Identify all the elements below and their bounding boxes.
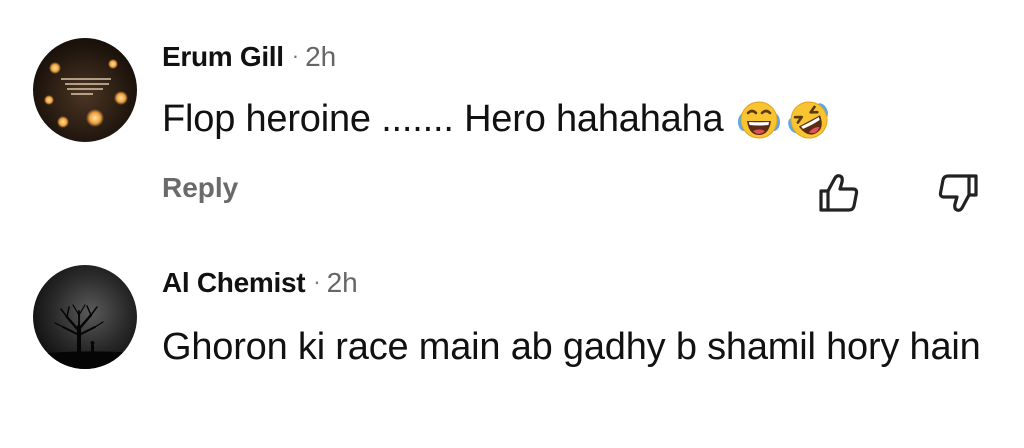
comment-text-block: Flop heroine ....... Hero hahahaha bbox=[162, 96, 831, 143]
comment-timestamp: 2h bbox=[326, 267, 358, 298]
comment-item: Erum Gill · 2h Flop heroine ....... Hero h… bbox=[0, 0, 1024, 240]
like-button[interactable] bbox=[817, 172, 861, 214]
author-name[interactable]: Al Chemist bbox=[162, 267, 306, 298]
avatar[interactable] bbox=[33, 265, 137, 369]
comment-text: Ghoron ki race main ab gadhy b shamil ho… bbox=[162, 326, 981, 368]
comment-item: Al Chemist · 2h Ghoron ki race main ab gad… bbox=[0, 240, 1024, 448]
comment-text: Flop heroine ....... Hero hahahaha bbox=[162, 98, 724, 140]
comment-meta: Erum Gill · 2h bbox=[162, 40, 336, 76]
dislike-button[interactable] bbox=[936, 172, 980, 214]
thumbs-down-icon bbox=[938, 174, 978, 212]
meta-separator: · bbox=[313, 269, 321, 294]
candles-photo-avatar bbox=[33, 38, 137, 142]
tree-silhouette-avatar bbox=[33, 265, 137, 369]
comment-meta: Al Chemist · 2h bbox=[162, 266, 358, 302]
avatar[interactable] bbox=[33, 38, 137, 142]
reply-button[interactable]: Reply bbox=[162, 171, 238, 205]
thumbs-up-icon bbox=[819, 174, 859, 212]
face-with-tears-of-joy-icon bbox=[738, 101, 781, 138]
rolling-on-the-floor-laughing-icon bbox=[788, 101, 829, 138]
author-name[interactable]: Erum Gill bbox=[162, 41, 284, 72]
meta-separator: · bbox=[291, 43, 300, 68]
comment-timestamp: 2h bbox=[305, 41, 337, 72]
